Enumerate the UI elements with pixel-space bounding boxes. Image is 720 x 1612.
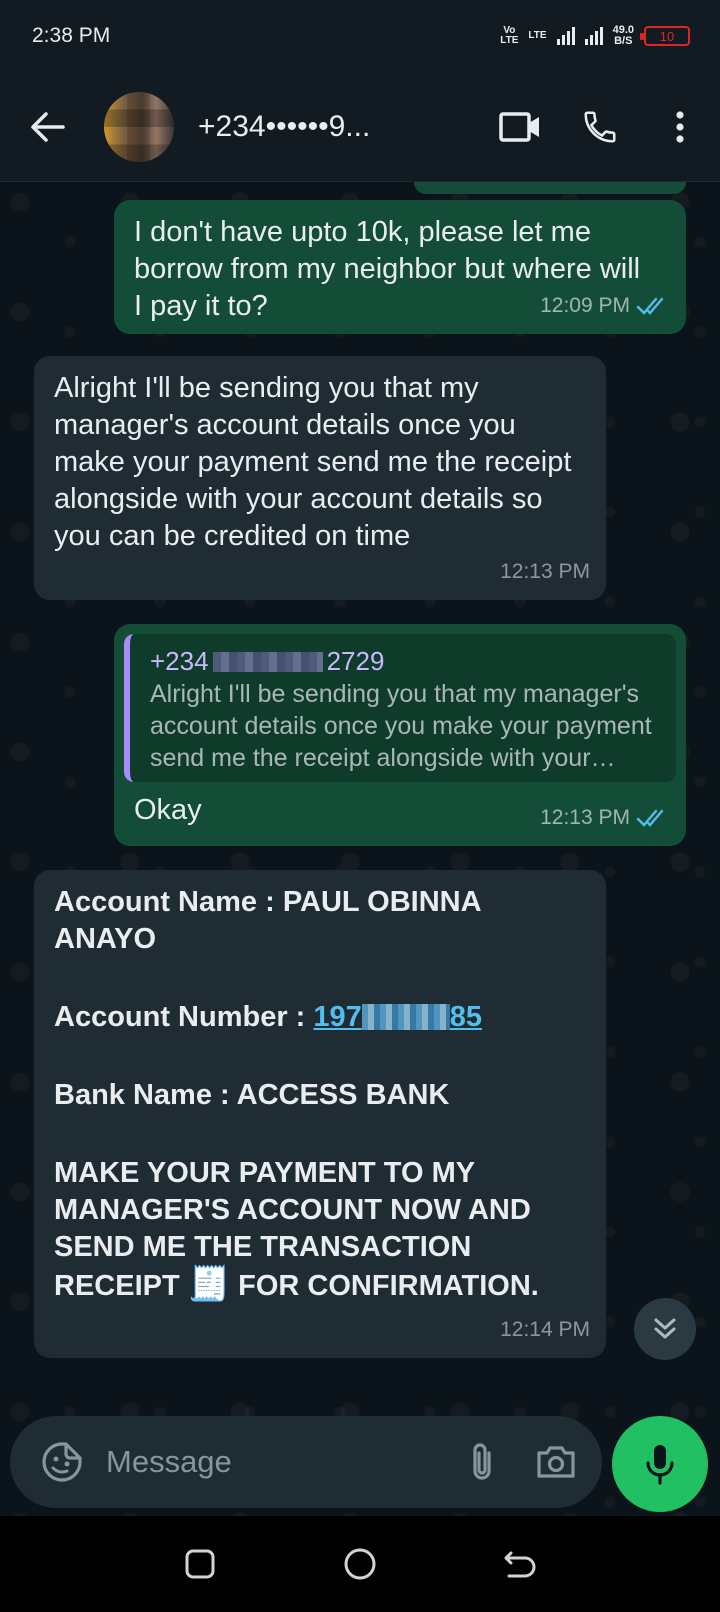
account-name: Account Name : PAUL OBINNA ANAYO [54,886,481,955]
quoted-sender: +234 2729 [150,646,385,676]
status-icons: Vo LTE LTE 49.0 B/S 10 [500,25,690,47]
account-number-link[interactable]: 197 85 [313,1001,482,1033]
status-time: 2:38 PM [32,24,111,47]
quoted-message[interactable]: +234 2729 Alright I'll be sending you tha… [124,634,676,782]
message-incoming[interactable]: Alright I'll be sending you that my mana… [34,356,606,600]
home-icon[interactable] [330,1534,390,1594]
message-time: 12:13 PM [540,806,630,829]
scroll-down-button[interactable] [634,1298,696,1360]
message-text: Alright I'll be sending you that my mana… [54,372,572,552]
message-placeholder: Message [106,1444,232,1479]
read-ticks-icon [636,809,664,827]
message-meta: 12:13 PM [500,553,590,590]
message-meta: 12:14 PM [500,1311,590,1348]
camera-icon[interactable] [528,1434,584,1490]
sticker-emoji-icon[interactable] [32,1432,92,1492]
message-input-field[interactable]: Message [10,1416,602,1508]
network-speed: 49.0 B/S [613,25,634,47]
back-nav-icon[interactable] [490,1534,550,1594]
signal-1-icon [556,27,575,45]
account-number-label: Account Number : [54,1001,314,1033]
message-time: 12:13 PM [500,560,590,583]
bank-name: Bank Name : ACCESS BANK [54,1079,450,1111]
more-vert-icon[interactable] [640,87,720,167]
chat-header: +234••••••9... [0,72,720,182]
phone-icon[interactable] [560,87,640,167]
network-speed-unit: B/S [614,35,633,47]
chat-area[interactable]: I don't have upto 10k, please let me bor… [0,182,720,1516]
account-details: Account Name : PAUL OBINNA ANAYO Account… [54,884,586,1305]
message-outgoing-reply[interactable]: +234 2729 Alright I'll be sending you tha… [114,624,686,846]
recent-apps-icon[interactable] [170,1534,230,1594]
voice-record-button[interactable] [612,1416,708,1512]
account-number: Account Number : 197 85 [54,999,586,1036]
message-time: 12:14 PM [500,1318,590,1341]
receipt-icon: 🧾 [187,1265,231,1303]
previous-message-partial [414,182,686,194]
message-meta: 12:09 PM [540,287,670,324]
contact-avatar[interactable] [104,91,174,162]
video-call-icon[interactable] [480,87,560,167]
double-chevron-down-icon [654,1318,676,1339]
volte-indicator: Vo LTE [500,25,519,46]
signal-2-icon [584,27,603,45]
system-navigation-bar [0,1516,720,1612]
composer-bar: Message [0,1402,720,1516]
payment-instruction: MAKE YOUR PAYMENT TO MY MANAGER'S ACCOUN… [54,1157,539,1303]
header-actions [480,72,720,182]
status-bar: 2:38 PM Vo LTE LTE 49.0 B/S 10 [0,0,720,72]
battery-icon: 10 [640,26,690,46]
message-outgoing[interactable]: I don't have upto 10k, please let me bor… [114,200,686,334]
lte-indicator: LTE [528,30,547,41]
microphone-icon [646,1445,674,1485]
message-incoming-account-details[interactable]: Account Name : PAUL OBINNA ANAYO Account… [34,870,606,1358]
message-meta: 12:13 PM [540,799,670,836]
battery-level: 10 [659,28,675,44]
message-time: 12:09 PM [540,294,630,317]
read-ticks-icon [636,297,664,315]
attachment-icon[interactable] [454,1434,510,1490]
quoted-text: Alright I'll be sending you that my mana… [150,680,652,772]
back-arrow-icon[interactable] [18,97,78,157]
whatsapp-chat-screen: 2:38 PM Vo LTE LTE 49.0 B/S 10 +234••••••… [0,0,720,1612]
contact-name[interactable]: +234••••••9... [198,110,438,144]
